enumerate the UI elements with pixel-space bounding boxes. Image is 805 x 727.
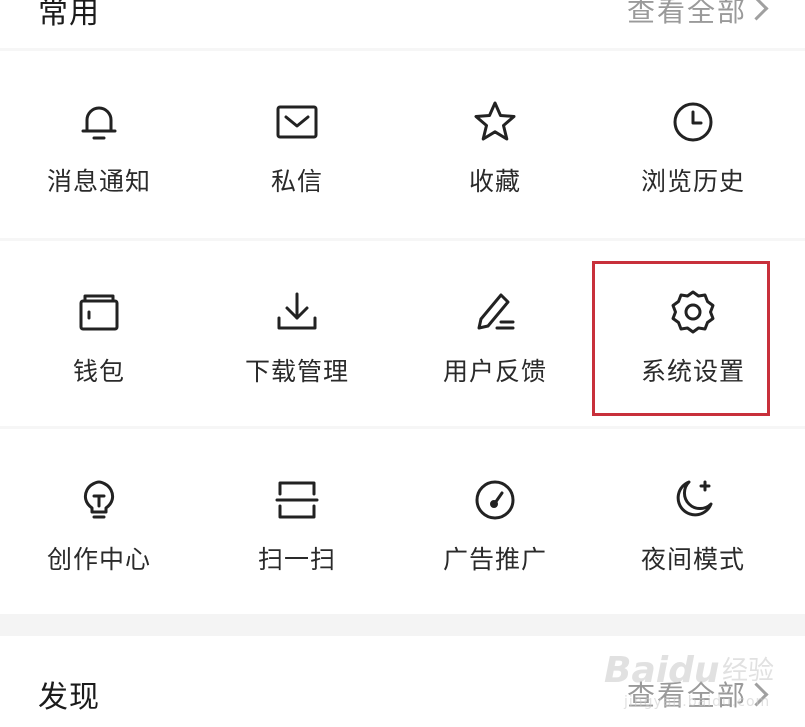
watermark-suffix: 经验 <box>722 656 775 686</box>
download-icon <box>273 288 321 336</box>
grid-item-label: 钱包 <box>72 357 125 386</box>
grid-item-favorites[interactable]: 收藏 <box>396 72 594 222</box>
wallet-icon <box>75 288 123 336</box>
grid-item-messages[interactable]: 私信 <box>198 72 396 222</box>
chevron-right-icon[interactable] <box>744 0 769 21</box>
bell-icon <box>75 98 123 146</box>
grid-item-label: 创作中心 <box>46 545 151 574</box>
watermark-url: jingyan.baidu.com <box>624 694 771 710</box>
top-section-header: 常用 查看全部 <box>0 0 805 38</box>
grid-item-history[interactable]: 浏览历史 <box>594 72 792 222</box>
grid-item-downloads[interactable]: 下载管理 <box>198 262 396 412</box>
grid-item-notifications[interactable]: 消息通知 <box>0 72 198 222</box>
grid-item-creator-center[interactable]: 创作中心 <box>0 450 198 600</box>
grid-item-wallet[interactable]: 钱包 <box>0 262 198 412</box>
scan-icon <box>273 476 321 524</box>
grid-item-feedback[interactable]: 用户反馈 <box>396 262 594 412</box>
grid-item-label: 收藏 <box>468 167 521 196</box>
divider <box>0 48 805 51</box>
view-all-link[interactable]: 查看全部 <box>627 0 747 30</box>
divider <box>0 238 805 241</box>
grid-item-label: 广告推广 <box>442 545 547 574</box>
mail-icon <box>273 98 321 146</box>
section-separator <box>0 614 805 636</box>
grid-item-night-mode[interactable]: 夜间模式 <box>594 450 792 600</box>
section-title: 发现 <box>38 680 100 715</box>
section-title: 常用 <box>38 0 100 31</box>
clock-icon <box>669 98 717 146</box>
grid-item-label: 私信 <box>270 167 323 196</box>
divider <box>0 426 805 429</box>
settings-highlight-box <box>592 261 770 416</box>
grid-item-scan[interactable]: 扫一扫 <box>198 450 396 600</box>
star-icon <box>471 98 519 146</box>
grid-item-label: 夜间模式 <box>640 545 745 574</box>
pencil-icon <box>471 288 519 336</box>
watermark-brand: Baidu <box>604 650 720 691</box>
grid-item-label: 下载管理 <box>244 357 349 386</box>
lightbulb-icon <box>75 476 123 524</box>
grid-item-label: 用户反馈 <box>442 357 547 386</box>
gauge-icon <box>471 476 519 524</box>
baidu-watermark: Baidu 经验 jingyan.baidu.com <box>604 636 784 716</box>
grid-item-ad-promotion[interactable]: 广告推广 <box>396 450 594 600</box>
grid-item-label: 消息通知 <box>46 167 151 196</box>
grid-item-label: 浏览历史 <box>640 167 745 196</box>
grid-item-label: 扫一扫 <box>257 545 336 574</box>
moon-icon <box>669 476 717 524</box>
